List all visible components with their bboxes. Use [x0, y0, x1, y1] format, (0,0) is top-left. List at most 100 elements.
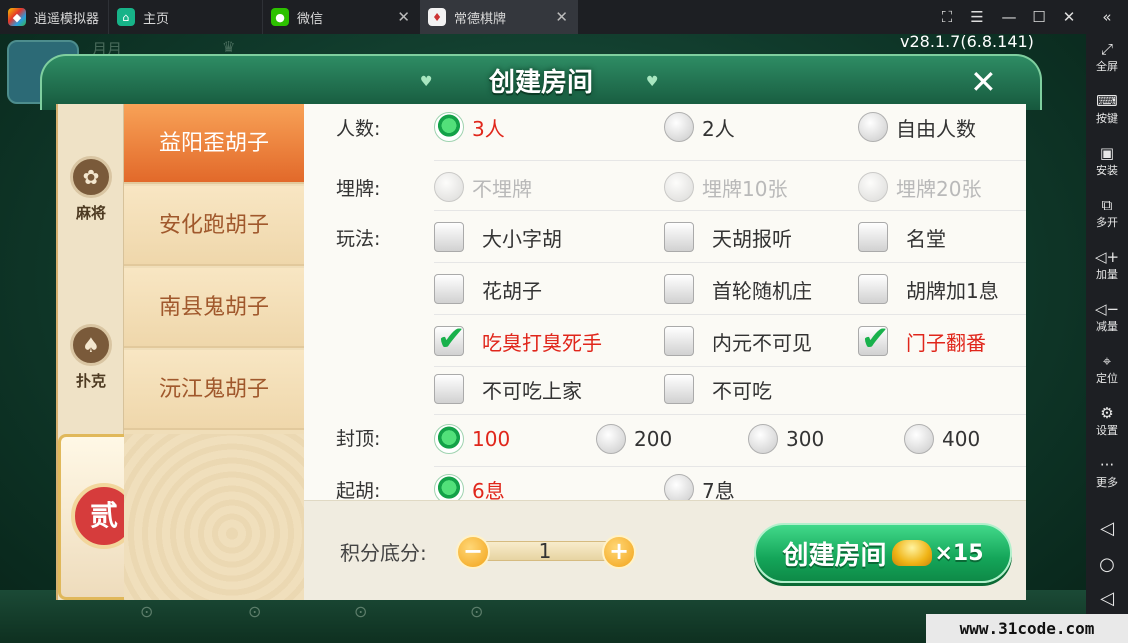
- option-label: 胡牌加1息: [906, 278, 999, 303]
- players-option-3[interactable]: 3人: [434, 110, 505, 144]
- volume-down-icon: ◁−: [1094, 300, 1120, 318]
- close-tab-icon[interactable]: ✕: [555, 9, 568, 25]
- create-room-cost: ×15: [934, 540, 984, 566]
- close-window-icon[interactable]: ✕: [1054, 0, 1084, 34]
- players-label: 人数:: [336, 118, 381, 140]
- tab-home[interactable]: ⌂ 主页: [108, 0, 262, 34]
- category-mahjong[interactable]: ✿ 麻将: [58, 156, 124, 223]
- game-type-yuanjiang[interactable]: 沅江鬼胡子: [124, 350, 304, 430]
- keyboard-icon: ⌨: [1096, 92, 1118, 110]
- start-hu-option-6[interactable]: 6息: [434, 472, 505, 500]
- option-label: 花胡子: [482, 278, 542, 303]
- tab-emulator[interactable]: ◆ 逍遥模拟器: [0, 0, 108, 34]
- play-option-random-dealer[interactable]: 首轮随机庄: [664, 272, 812, 306]
- close-tab-icon[interactable]: ✕: [397, 9, 410, 25]
- sidebar-multi[interactable]: ⧉ 多开: [1086, 196, 1128, 230]
- play-option-neiyuan-hidden[interactable]: 内元不可见: [664, 324, 812, 358]
- option-label: 100: [472, 427, 511, 451]
- base-score-value: 1: [538, 539, 552, 563]
- create-room-dialog: ♥ ♥ 创建房间 ✕ ✿ 麻将 ♠ 扑克 贰 益阳歪胡子 安化跑胡子 南县鬼胡子…: [40, 54, 1042, 602]
- sidebar-fullscreen[interactable]: ⤢ 全屏: [1086, 40, 1128, 74]
- divider: [434, 160, 1026, 161]
- play-label: 玩法:: [336, 228, 381, 250]
- sidebar-location[interactable]: ⌖ 定位: [1086, 352, 1128, 386]
- radio-selected-icon: [434, 474, 464, 500]
- create-room-button[interactable]: 创建房间 ×15: [754, 523, 1012, 583]
- option-label: 大小字胡: [482, 226, 562, 251]
- menu-icon[interactable]: ☰: [962, 0, 992, 34]
- sidebar-more[interactable]: ··· 更多: [1086, 456, 1128, 490]
- dialog-body: ✿ 麻将 ♠ 扑克 贰 益阳歪胡子 安化跑胡子 南县鬼胡子 沅江鬼胡子 人数: …: [56, 104, 1026, 600]
- play-option-tianhubaoting[interactable]: 天胡报听: [664, 220, 792, 254]
- sidebar-install[interactable]: ▣ 安装: [1086, 144, 1128, 178]
- apk-icon: ▣: [1099, 144, 1115, 162]
- sidebar-volume-up[interactable]: ◁+ 加量: [1086, 248, 1128, 282]
- game-type-list: 益阳歪胡子 安化跑胡子 南县鬼胡子 沅江鬼胡子: [124, 104, 304, 600]
- game-type-anhua[interactable]: 安化跑胡子: [124, 186, 304, 266]
- base-score-label: 积分底分:: [340, 541, 427, 565]
- plus-icon[interactable]: +: [602, 535, 636, 569]
- cap-option-100[interactable]: 100: [434, 422, 510, 456]
- spade-icon: ♠: [70, 324, 112, 366]
- start-hu-label: 起胡:: [336, 480, 381, 500]
- radio-icon: [664, 112, 694, 142]
- checkbox-icon: [664, 326, 694, 356]
- divider: [434, 466, 1026, 467]
- fullscreen-toggle-icon[interactable]: ⛶: [932, 0, 962, 34]
- emulator-sidebar: ⤢ 全屏 ⌨ 按键 ▣ 安装 ⧉ 多开 ◁+ 加量 ◁− 减量 ⌖ 定位 ⚙ 设…: [1086, 34, 1128, 643]
- checkbox-icon: [664, 374, 694, 404]
- radio-icon: [748, 424, 778, 454]
- play-option-menzi-double[interactable]: 门子翻番: [858, 319, 986, 359]
- tab-home-label: 主页: [143, 11, 170, 27]
- maximize-icon[interactable]: ☐: [1024, 0, 1054, 34]
- version-label: v28.1.7(6.8.141): [900, 34, 1034, 51]
- emulator-tab-bar: ◆ 逍遥模拟器 ⌂ 主页 ● 微信 ✕ ♦ 常德棋牌 ✕ ⛶ ☰ — ☐ ✕ «: [0, 0, 1128, 34]
- checkbox-icon: [434, 274, 464, 304]
- checkbox-checked-icon: [434, 319, 466, 359]
- gold-ingot-icon: [892, 540, 933, 566]
- option-label: 埋牌10张: [702, 176, 788, 201]
- play-option-no-eat-upper[interactable]: 不可吃上家: [434, 372, 582, 406]
- cap-option-200[interactable]: 200: [596, 422, 672, 456]
- start-hu-option-7[interactable]: 7息: [664, 472, 735, 500]
- room-options: 人数: 3人 2人 自由人数 埋牌: 不埋牌 埋牌10张 埋牌20张 玩法: 大…: [304, 104, 1026, 500]
- play-option-mingtang[interactable]: 名堂: [858, 220, 946, 254]
- close-icon[interactable]: ✕: [970, 64, 997, 100]
- game-type-yiyang[interactable]: 益阳歪胡子: [124, 104, 304, 184]
- option-label: 3人: [472, 116, 505, 141]
- bury-option-none[interactable]: 不埋牌: [434, 170, 532, 204]
- cap-option-300[interactable]: 300: [748, 422, 824, 456]
- players-option-free[interactable]: 自由人数: [858, 110, 976, 144]
- game-type-nanxian[interactable]: 南县鬼胡子: [124, 268, 304, 348]
- cap-option-400[interactable]: 400: [904, 422, 980, 456]
- sidebar-volume-down[interactable]: ◁− 减量: [1086, 300, 1128, 334]
- sidebar-settings[interactable]: ⚙ 设置: [1086, 404, 1128, 438]
- checkbox-checked-icon: [858, 319, 890, 359]
- minus-icon[interactable]: −: [456, 535, 490, 569]
- collapse-sidebar-icon[interactable]: «: [1092, 0, 1122, 34]
- play-option-hu-plus-1[interactable]: 胡牌加1息: [858, 272, 999, 306]
- option-label: 300: [786, 427, 825, 451]
- category-poker[interactable]: ♠ 扑克: [58, 324, 124, 391]
- minimize-icon[interactable]: —: [994, 0, 1024, 34]
- category-label: 麻将: [75, 204, 106, 222]
- players-option-2[interactable]: 2人: [664, 110, 735, 144]
- play-option-huahuzi[interactable]: 花胡子: [434, 272, 542, 306]
- option-label: 7息: [702, 478, 735, 501]
- play-option-no-eat[interactable]: 不可吃: [664, 372, 772, 406]
- game-screen: 月月 ♛ v28.1.7(6.8.141) ⊙ ⊙ ⊙ ⊙ ♥ ♥ 创建房间 ✕ ✿ …: [0, 34, 1086, 643]
- radio-disabled-icon: [434, 172, 464, 202]
- back-icon[interactable]: ◁: [1086, 518, 1128, 539]
- tab-wechat-label: 微信: [297, 11, 324, 27]
- tab-game[interactable]: ♦ 常德棋牌 ✕: [420, 0, 578, 34]
- divider: [434, 210, 1026, 211]
- play-option-daxiaozihu[interactable]: 大小字胡: [434, 220, 562, 254]
- option-label: 不可吃上家: [482, 378, 582, 403]
- bury-option-10[interactable]: 埋牌10张: [664, 170, 787, 204]
- tab-wechat[interactable]: ● 微信 ✕: [262, 0, 420, 34]
- bury-option-20[interactable]: 埋牌20张: [858, 170, 981, 204]
- sidebar-keys[interactable]: ⌨ 按键: [1086, 92, 1128, 126]
- play-option-chichou[interactable]: 吃臭打臭死手: [434, 319, 602, 359]
- home-circle-icon[interactable]: ○: [1086, 554, 1128, 575]
- recents-icon[interactable]: ◁: [1086, 588, 1128, 609]
